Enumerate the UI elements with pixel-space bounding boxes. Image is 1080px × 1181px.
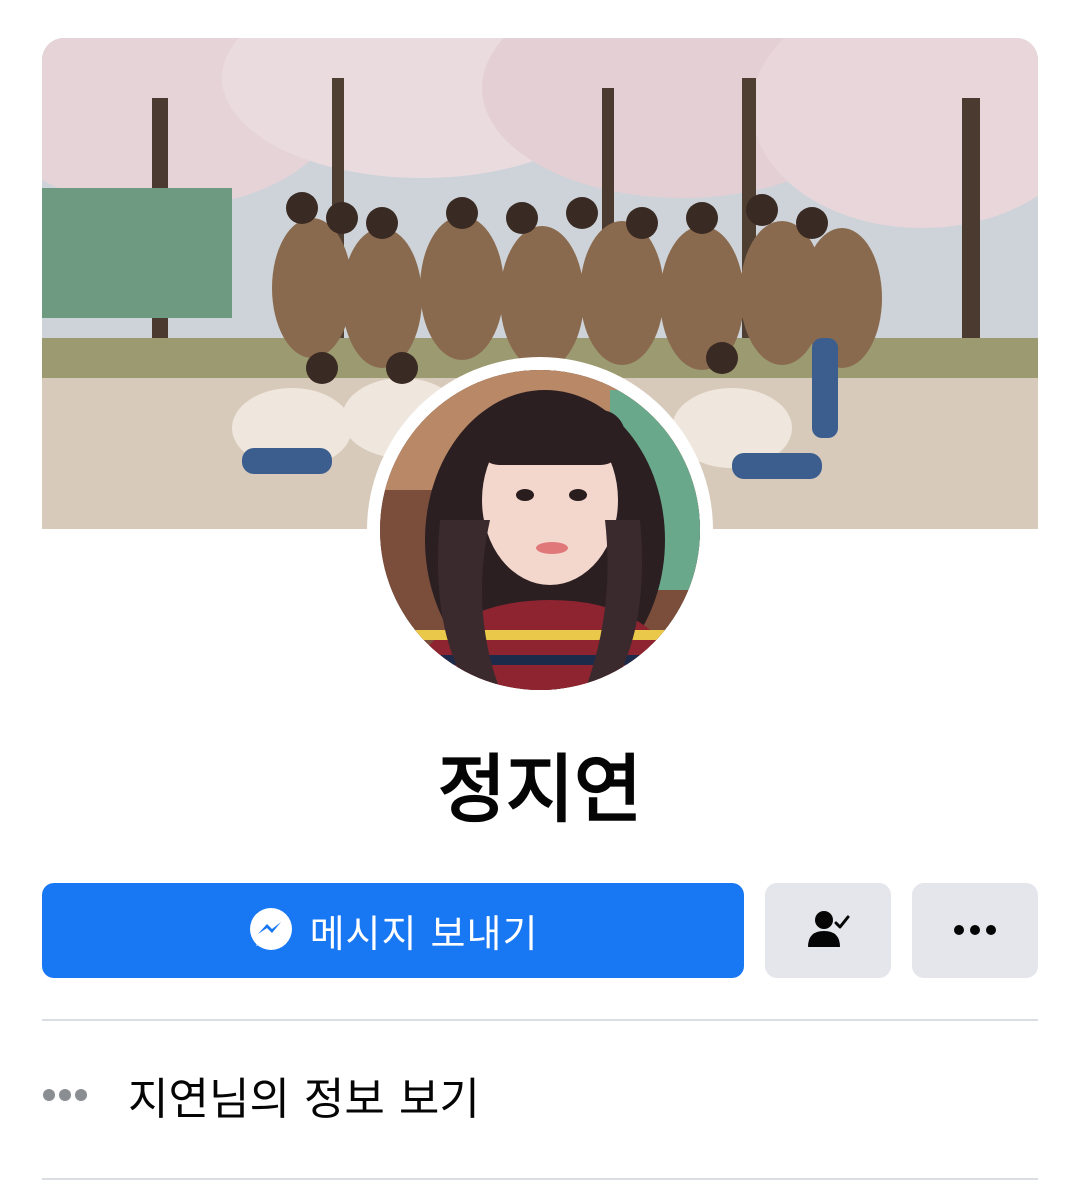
friends-button[interactable] <box>765 883 891 978</box>
friend-check-icon <box>806 907 850 955</box>
messenger-icon <box>248 906 294 956</box>
send-message-button[interactable]: 메시지 보내기 <box>42 883 744 978</box>
profile-avatar[interactable] <box>380 370 700 690</box>
view-info-row[interactable]: 지연님의 정보 보기 <box>42 1040 1038 1150</box>
avatar-illustration <box>380 370 700 690</box>
divider <box>42 1178 1038 1180</box>
profile-page: 정지연 메시지 보내기 지연님의 정보 보기 <box>0 0 1080 1181</box>
view-info-label: 지연님의 정보 보기 <box>128 1074 480 1125</box>
divider <box>42 1019 1038 1021</box>
more-options-button[interactable] <box>912 883 1038 978</box>
more-dots-icon <box>953 921 997 940</box>
more-dots-icon <box>42 1088 102 1102</box>
profile-name: 정지연 <box>437 747 643 833</box>
send-message-label: 메시지 보내기 <box>309 912 539 956</box>
